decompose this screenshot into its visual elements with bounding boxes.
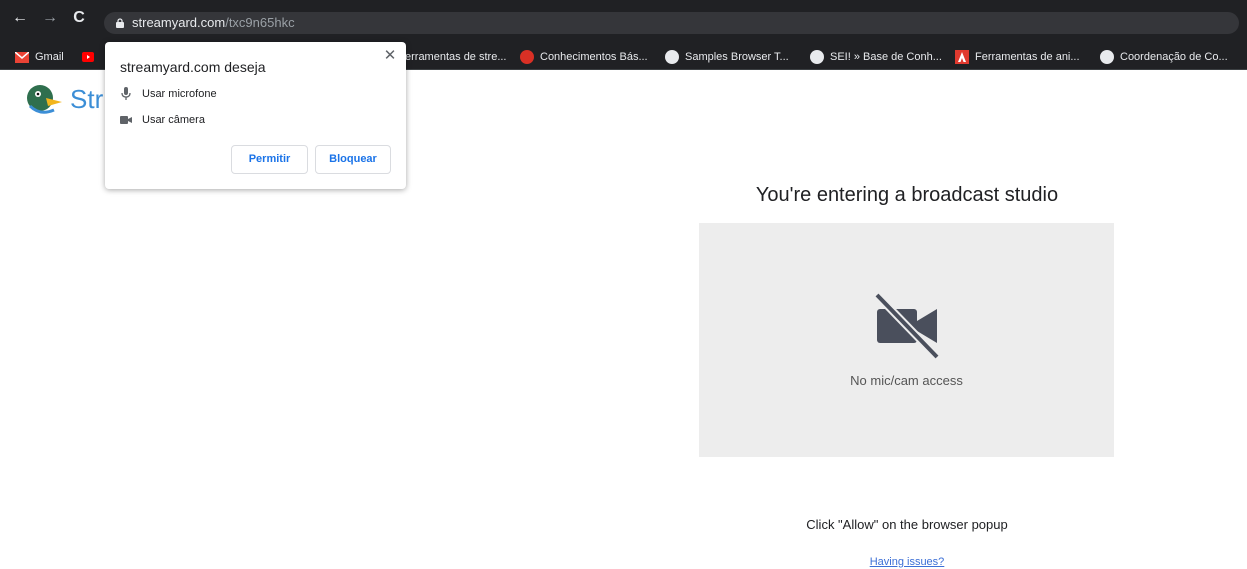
streamyard-logo[interactable]: Str [24,82,103,116]
duck-logo-icon [27,85,62,114]
bookmark-label: Samples Browser T... [685,51,789,63]
bookmark-favicon-icon [520,50,534,64]
camera-preview: No mic/cam access [699,223,1114,457]
bookmark-ferramentas-stream[interactable]: erramentas de stre... [405,49,507,65]
browser-toolbar: ← → C streamyard.com/txc9n65hkc [0,0,1247,44]
close-icon[interactable]: ✕ [382,48,398,64]
permission-camera: Usar câmera [120,112,205,128]
bookmark-label: erramentas de stre... [405,51,507,63]
allow-button[interactable]: Permitir [231,145,308,174]
video-camera-icon [120,116,132,124]
bookmark-label: Ferramentas de ani... [975,51,1080,63]
url-text: streamyard.com/txc9n65hkc [132,15,295,30]
bookmark-youtube[interactable] [82,49,94,65]
reload-icon[interactable]: C [69,8,89,28]
address-bar[interactable]: streamyard.com/txc9n65hkc [104,12,1239,34]
logo-text: Str [70,83,104,114]
globe-icon [1100,50,1114,64]
block-button[interactable]: Bloquear [315,145,391,174]
bookmark-label: Conhecimentos Bás... [540,51,648,63]
permission-label: Usar microfone [142,88,217,100]
bookmark-coordenacao[interactable]: Coordenação de Co... [1100,49,1228,65]
forward-arrow-icon[interactable]: → [40,8,60,28]
bookmark-ferramentas-animacao[interactable]: Ferramentas de ani... [955,49,1080,65]
gmail-icon [15,51,29,63]
back-arrow-icon[interactable]: ← [10,8,30,28]
bookmark-label: Gmail [35,51,64,63]
permission-popup: streamyard.com deseja ✕ Usar microfone U… [105,42,406,189]
url-domain: streamyard.com [132,15,226,30]
bookmark-conhecimentos[interactable]: Conhecimentos Bás... [520,49,648,65]
camera-off-icon [874,293,940,359]
url-path: /txc9n65hkc [225,15,295,30]
globe-icon [665,50,679,64]
bookmark-gmail[interactable]: Gmail [15,49,64,65]
no-access-text: No mic/cam access [850,373,963,388]
allow-instruction: Click "Allow" on the browser popup [806,517,1008,532]
lock-icon [116,18,124,28]
microphone-icon [121,87,131,100]
having-issues-link[interactable]: Having issues? [700,556,1114,568]
adobe-icon [955,50,969,64]
bookmark-samples-browser[interactable]: Samples Browser T... [665,49,789,65]
permission-microphone: Usar microfone [120,86,217,102]
bookmark-sei[interactable]: SEI! » Base de Conh... [810,49,942,65]
bookmark-label: SEI! » Base de Conh... [830,51,942,63]
bookmark-label: Coordenação de Co... [1120,51,1228,63]
youtube-icon [82,52,94,62]
permission-label: Usar câmera [142,114,205,126]
globe-icon [810,50,824,64]
popup-title: streamyard.com deseja [120,59,266,75]
page-title: You're entering a broadcast studio [755,184,1059,206]
